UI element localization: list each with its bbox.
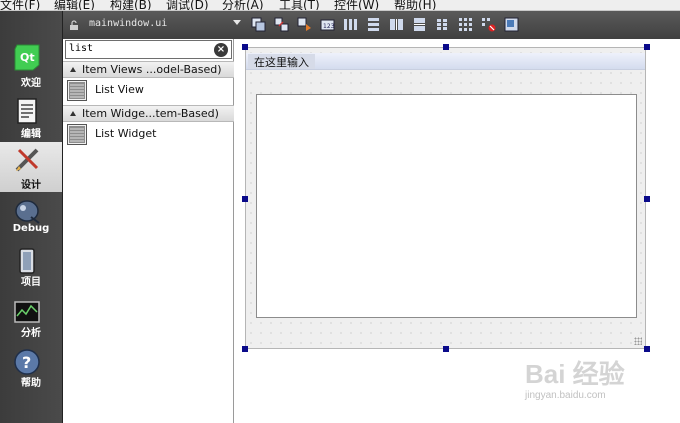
mode-label: 欢迎	[21, 78, 41, 89]
mode-design[interactable]: 设计	[0, 142, 62, 192]
mode-projects[interactable]: 项目	[0, 243, 62, 293]
layout-form-icon[interactable]	[435, 17, 450, 32]
mode-debug[interactable]: Debug	[0, 193, 62, 243]
debug-bug-icon	[15, 200, 40, 224]
layout-v-splitter-icon[interactable]	[412, 17, 427, 32]
collapse-arrow-icon	[70, 67, 76, 72]
category-title: Item Views ...odel-Based)	[82, 63, 222, 76]
menu-tools[interactable]: 工具(T)	[279, 0, 320, 10]
edit-document-icon	[17, 98, 37, 124]
help-icon: ?	[14, 349, 40, 375]
edit-tab-order-icon[interactable]: 123	[320, 17, 335, 32]
widget-item-label: List Widget	[95, 127, 157, 140]
clear-filter-icon[interactable]: ×	[214, 43, 228, 57]
layout-vertical-icon[interactable]	[366, 17, 381, 32]
layout-h-splitter-icon[interactable]	[389, 17, 404, 32]
menu-file[interactable]: 文件(F)	[0, 0, 40, 10]
mode-label: 项目	[21, 277, 41, 288]
menu-edit[interactable]: 编辑(E)	[54, 0, 95, 10]
qt-logo-icon: Qt	[14, 44, 40, 71]
main-window-form[interactable]: 在这里输入	[245, 47, 646, 349]
mode-label: 分析	[21, 328, 41, 339]
mode-label: 帮助	[21, 378, 41, 389]
collapse-arrow-icon	[70, 111, 76, 116]
selection-handle-left[interactable]	[242, 196, 248, 202]
category-title: Item Widge...tem-Based)	[82, 107, 219, 120]
list-widget[interactable]	[256, 94, 637, 318]
selection-handle-top-right[interactable]	[644, 44, 650, 50]
project-icon	[19, 248, 35, 274]
widget-filter-input[interactable]: list ×	[65, 40, 232, 59]
category-item-views[interactable]: Item Views ...odel-Based)	[63, 61, 234, 78]
selection-handle-right[interactable]	[644, 196, 650, 202]
menu-placeholder[interactable]: 在这里输入	[248, 54, 315, 69]
svg-text:123: 123	[323, 23, 335, 30]
mode-label: 编辑	[21, 129, 41, 140]
mode-welcome[interactable]: Qt 欢迎	[0, 39, 62, 89]
filter-text: list	[69, 43, 94, 54]
edit-buddies-icon[interactable]	[297, 17, 312, 32]
widget-box-panel: list × Item Views ...odel-Based) List Vi…	[63, 39, 234, 423]
form-menu-bar[interactable]: 在这里输入	[246, 53, 645, 70]
editor-toolbar: mainwindow.ui 123	[63, 11, 680, 39]
edit-signals-slots-icon[interactable]	[274, 17, 289, 32]
chevron-down-icon[interactable]	[233, 20, 241, 25]
menu-build[interactable]: 构建(B)	[110, 0, 152, 10]
mode-help[interactable]: ? 帮助	[0, 344, 62, 394]
mode-edit[interactable]: 编辑	[0, 93, 62, 143]
layout-horizontal-icon[interactable]	[343, 17, 358, 32]
svg-text:?: ?	[22, 353, 31, 372]
mode-label: 设计	[21, 180, 41, 191]
selection-handle-bottom-left[interactable]	[242, 346, 248, 352]
menu-debug[interactable]: 调试(D)	[166, 0, 209, 10]
adjust-size-icon[interactable]	[504, 17, 519, 32]
selection-handle-top[interactable]	[443, 44, 449, 50]
list-widget-icon	[67, 124, 87, 145]
menu-help[interactable]: 帮助(H)	[394, 0, 436, 10]
mode-selector-bar: Qt 欢迎 编辑 设计 Debug 项目 分析 ? 帮助	[0, 11, 63, 423]
menu-bar: 文件(F) 编辑(E) 构建(B) 调试(D) 分析(A) 工具(T) 控件(W…	[0, 0, 680, 11]
watermark-brand: Bai 经验	[525, 359, 625, 389]
widget-item-list-view[interactable]: List View	[63, 78, 234, 104]
menu-analyze[interactable]: 分析(A)	[222, 0, 264, 10]
unlock-icon	[70, 20, 78, 30]
menu-widgets[interactable]: 控件(W)	[334, 0, 379, 10]
mode-label: Debug	[12, 223, 50, 234]
watermark: Bai 经验 jingyan.baidu.com	[525, 352, 675, 412]
break-layout-icon[interactable]	[481, 17, 496, 32]
svg-text:Qt: Qt	[20, 51, 35, 64]
analyze-icon	[14, 301, 40, 323]
selection-handle-bottom[interactable]	[443, 346, 449, 352]
mode-analyze[interactable]: 分析	[0, 294, 62, 344]
widget-item-list-widget[interactable]: List Widget	[63, 122, 234, 148]
edit-widgets-icon[interactable]	[251, 17, 266, 32]
selection-handle-top-left[interactable]	[242, 44, 248, 50]
watermark-url: jingyan.baidu.com	[525, 390, 606, 401]
size-grip-icon[interactable]	[634, 337, 642, 345]
category-item-widgets[interactable]: Item Widge...tem-Based)	[63, 105, 234, 122]
widget-item-label: List View	[95, 83, 144, 96]
open-file-name[interactable]: mainwindow.ui	[89, 18, 167, 29]
list-view-icon	[67, 80, 87, 101]
layout-grid-icon[interactable]	[458, 17, 473, 32]
design-pen-icon	[15, 148, 39, 172]
